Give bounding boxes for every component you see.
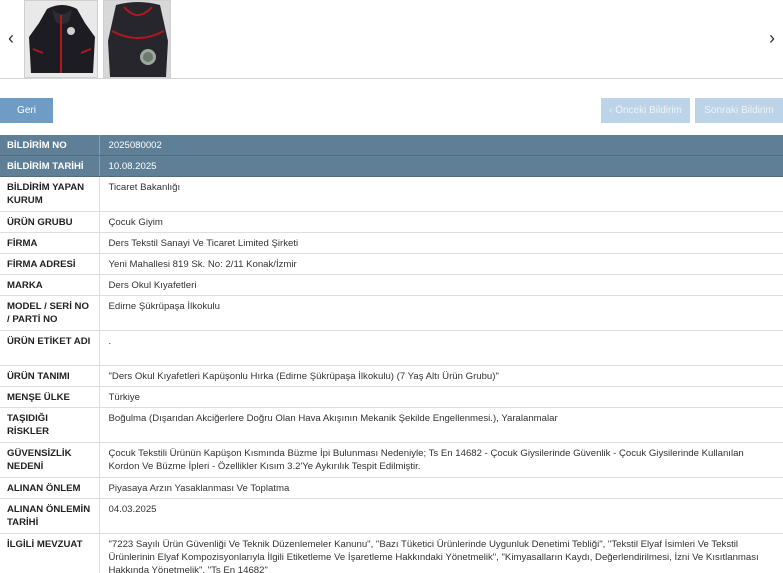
detail-row-product-group: ÜRÜN GRUBU Çocuk Giyim — [0, 211, 783, 233]
detail-value: Yeni Mahallesi 819 Sk. No: 2/11 Konak/İz… — [99, 253, 783, 275]
detail-value: "7223 Sayılı Ürün Güvenliği Ve Teknik Dü… — [99, 533, 783, 573]
detail-value: 10.08.2025 — [99, 155, 783, 177]
detail-value: Çocuk Giyim — [99, 211, 783, 233]
image-gallery: ‹ › — [0, 0, 783, 79]
detail-key: ÜRÜN TANIMI — [0, 365, 100, 387]
detail-row-company-address: FİRMA ADRESİ Yeni Mahallesi 819 Sk. No: … — [0, 253, 783, 275]
detail-key: FİRMA ADRESİ — [0, 253, 100, 275]
detail-row-notice-date: BİLDİRİM TARİHİ 10.08.2025 — [0, 155, 783, 177]
next-notice-button[interactable]: Sonraki Bildirim › — [695, 98, 783, 141]
detail-key: ALINAN ÖNLEM — [0, 477, 100, 499]
detail-row-reporting-institution: BİLDİRİM YAPAN KURUM Ticaret Bakanlığı — [0, 176, 783, 212]
notice-details-table: BİLDİRİM NO 2025080002 BİLDİRİM TARİHİ 1… — [0, 135, 783, 573]
detail-value: Türkiye — [99, 386, 783, 408]
detail-key: ÜRÜN GRUBU — [0, 211, 100, 233]
detail-row-product-label-name: ÜRÜN ETİKET ADI . — [0, 330, 783, 366]
gallery-next-arrow-icon[interactable]: › — [763, 28, 781, 50]
detail-value: Boğulma (Dışarıdan Akciğerlere Doğru Ola… — [99, 407, 783, 443]
detail-key: MODEL / SERİ NO / PARTİ NO — [0, 295, 100, 331]
detail-row-brand: MARKA Ders Okul Kıyafetleri — [0, 274, 783, 296]
detail-row-notice-no: BİLDİRİM NO 2025080002 — [0, 135, 783, 156]
detail-row-reason-unsafe: GÜVENSİZLİK NEDENİ Çocuk Tekstili Ürünün… — [0, 442, 783, 478]
detail-key: BİLDİRİM TARİHİ — [0, 155, 100, 177]
previous-notice-button[interactable]: ‹ Önceki Bildirim — [601, 98, 690, 123]
detail-value: 2025080002 — [99, 135, 783, 156]
detail-value: 04.03.2025 — [99, 498, 783, 534]
detail-key: FİRMA — [0, 232, 100, 254]
detail-value: . — [99, 330, 783, 366]
detail-key: BİLDİRİM NO — [0, 135, 100, 156]
product-thumbnail-2[interactable] — [103, 0, 171, 78]
hoodie-thumbnail-2-icon — [104, 1, 170, 77]
detail-value: Çocuk Tekstili Ürünün Kapüşon Kısmında B… — [99, 442, 783, 478]
detail-row-country-of-origin: MENŞE ÜLKE Türkiye — [0, 386, 783, 408]
detail-row-related-legislation: İLGİLİ MEVZUAT "7223 Sayılı Ürün Güvenli… — [0, 533, 783, 573]
detail-value: "Ders Okul Kıyafetleri Kapüşonlu Hırka (… — [99, 365, 783, 387]
gallery-prev-arrow-icon[interactable]: ‹ — [2, 28, 20, 50]
detail-key: MENŞE ÜLKE — [0, 386, 100, 408]
detail-key: GÜVENSİZLİK NEDENİ — [0, 442, 100, 478]
detail-row-model-serial-lot: MODEL / SERİ NO / PARTİ NO Edirne Şükrüp… — [0, 295, 783, 331]
detail-value: Ders Okul Kıyafetleri — [99, 274, 783, 296]
detail-row-measure-date: ALINAN ÖNLEMİN TARİHİ 04.03.2025 — [0, 498, 783, 534]
detail-key: ÜRÜN ETİKET ADI — [0, 330, 100, 366]
back-button[interactable]: Geri Dön — [0, 98, 53, 141]
detail-row-risks: TAŞIDIĞI RİSKLER Boğulma (Dışarıdan Akci… — [0, 407, 783, 443]
detail-row-measure-taken: ALINAN ÖNLEM Piyasaya Arzın Yasaklanması… — [0, 477, 783, 499]
detail-key: MARKA — [0, 274, 100, 296]
product-thumbnail-1[interactable] — [24, 0, 98, 78]
detail-value: Piyasaya Arzın Yasaklanması Ve Toplatma — [99, 477, 783, 499]
detail-key: TAŞIDIĞI RİSKLER — [0, 407, 100, 443]
detail-value: Ticaret Bakanlığı — [99, 176, 783, 212]
detail-row-product-description: ÜRÜN TANIMI "Ders Okul Kıyafetleri Kapüş… — [0, 365, 783, 387]
detail-key: ALINAN ÖNLEMİN TARİHİ — [0, 498, 100, 534]
detail-key: BİLDİRİM YAPAN KURUM — [0, 176, 100, 212]
hoodie-thumbnail-1-icon — [25, 1, 97, 77]
detail-row-company: FİRMA Ders Tekstil Sanayi Ve Ticaret Lim… — [0, 232, 783, 254]
detail-key: İLGİLİ MEVZUAT — [0, 533, 100, 573]
detail-value: Edirne Şükrüpaşa İlkokulu — [99, 295, 783, 331]
detail-value: Ders Tekstil Sanayi Ve Ticaret Limited Ş… — [99, 232, 783, 254]
